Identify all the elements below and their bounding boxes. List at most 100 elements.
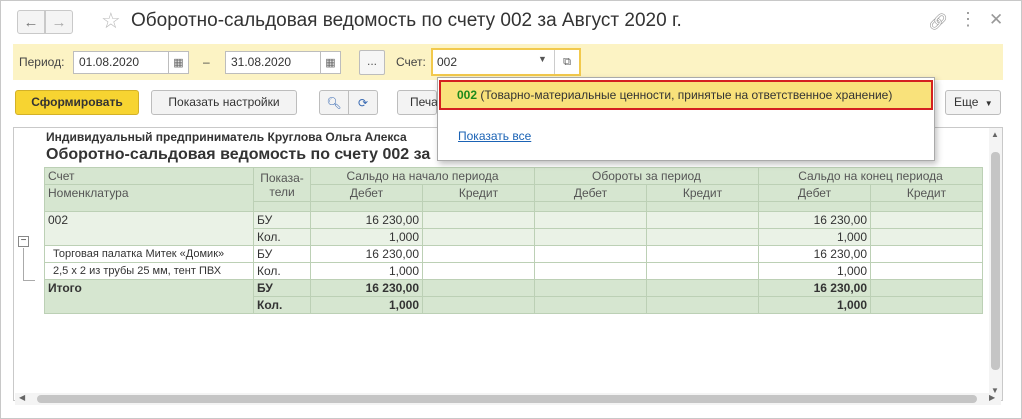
account-dropdown: 002 (Товарно-материальные ценности, прин… [437,77,935,161]
report-window: ← → ☆ Оборотно-сальдовая ведомость по сч… [0,0,1022,419]
link-icon[interactable]: 🔗︎ [928,12,948,32]
row-item-name-line1[interactable]: Торговая палатка Митек «Домик» [44,245,254,263]
scroll-up-icon[interactable]: ▲ [991,130,999,139]
open-icon[interactable]: ⧉ [554,50,579,74]
cell-close-debit[interactable]: 1,000 [758,228,871,246]
vertical-scrollbar[interactable]: ▲ ▼ [989,128,1002,400]
show-settings-button[interactable]: Показать настройки [151,90,297,115]
filter-bar: Период: 01.08.2020 ▦ – 31.08.2020 ▦ ... … [13,44,1003,80]
vertical-scroll-thumb[interactable] [991,152,1000,370]
account-input[interactable]: 002 [437,55,457,69]
more-chevron-icon: ▼ [984,99,993,108]
row-indicator: Кол. [253,296,311,314]
cell-turn-credit[interactable] [646,228,759,246]
scroll-right-icon[interactable]: ▶ [989,393,995,402]
row-indicator: БУ [253,279,311,297]
forward-arrow-icon[interactable]: → [45,10,73,34]
cell-open-debit[interactable]: 16 230,00 [310,211,423,229]
cell-close-debit[interactable]: 16 230,00 [758,245,871,263]
dropdown-item-002[interactable]: 002 (Товарно-материальные ценности, прин… [439,80,933,110]
close-icon[interactable]: ✕ [989,10,1003,30]
header-indicators: Показа- тели [253,167,311,202]
cell-turn-debit[interactable] [534,245,647,263]
search-icon[interactable]: 🔍︎ [319,90,349,115]
cell-close-credit[interactable] [870,279,983,297]
show-all-link[interactable]: Показать все [458,129,531,143]
row-account-002[interactable]: 002 [44,211,254,246]
cell-close-debit[interactable]: 16 230,00 [758,211,871,229]
header-nomenclature: Номенклатура [44,184,254,212]
row-item-name-line2[interactable]: 2,5 х 2 из трубы 25 мм, тент ПВХ [44,262,254,280]
cell-turn-credit[interactable] [646,296,759,314]
cell-open-credit[interactable] [422,228,535,246]
header-turnover: Обороты за период [534,167,759,185]
cell-turn-credit[interactable] [646,262,759,280]
header-opening-balance: Сальдо на начало периода [310,167,535,185]
header-account: Счет [44,167,254,185]
cell-turn-credit[interactable] [646,245,759,263]
more-icon[interactable]: ⋮ [959,9,977,30]
cell-close-credit[interactable] [870,228,983,246]
cell-open-debit[interactable]: 1,000 [310,228,423,246]
back-arrow-icon[interactable]: ← [17,10,45,34]
cell-turn-debit[interactable] [534,228,647,246]
cell-close-debit[interactable]: 16 230,00 [758,279,871,297]
date-to-calendar-icon[interactable]: ▦ [321,51,341,74]
cell-turn-debit[interactable] [534,296,647,314]
horizontal-scroll-thumb[interactable] [37,395,977,403]
cell-turn-debit[interactable] [534,279,647,297]
account-field[interactable]: 002 ▼ ⧉ [431,48,581,76]
cell-close-credit[interactable] [870,211,983,229]
header-credit: Кредит [870,184,983,202]
cell-close-credit[interactable] [870,245,983,263]
date-to-field[interactable]: 31.08.2020 [225,51,321,74]
window-title: Оборотно-сальдовая ведомость по счету 00… [131,10,682,31]
print-button[interactable]: Печа [397,90,438,115]
favorite-star-icon[interactable]: ☆ [101,8,121,34]
period-label: Период: [19,55,65,69]
header-debit: Дебет [310,184,423,202]
period-select-button[interactable]: ... [359,50,385,75]
cell-close-credit[interactable] [870,296,983,314]
cell-turn-credit[interactable] [646,211,759,229]
cell-open-credit[interactable] [422,262,535,280]
generate-button[interactable]: Сформировать [15,90,139,115]
header-debit: Дебет [758,184,871,202]
cell-turn-debit[interactable] [534,211,647,229]
row-total-label: Итого [44,279,254,314]
cell-open-debit[interactable]: 1,000 [310,296,423,314]
report-area: Индивидуальный предприниматель Круглова … [13,127,1003,401]
report-table: Счет Показа- тели Сальдо на начало перио… [44,167,983,314]
report-title: Оборотно-сальдовая ведомость по счету 00… [46,146,431,163]
collapse-group-icon[interactable]: − [18,236,29,247]
date-from-calendar-icon[interactable]: ▦ [169,51,189,74]
row-indicator: Кол. [253,228,311,246]
account-label: Счет: [396,55,426,69]
cell-open-debit[interactable]: 16 230,00 [310,245,423,263]
cell-open-credit[interactable] [422,211,535,229]
cell-turn-credit[interactable] [646,279,759,297]
row-indicator: БУ [253,245,311,263]
cell-turn-debit[interactable] [534,262,647,280]
dropdown-item-code: 002 [457,88,478,102]
report-organization: Индивидуальный предприниматель Круглова … [46,130,407,144]
cell-open-debit[interactable]: 16 230,00 [310,279,423,297]
cell-open-debit[interactable]: 1,000 [310,262,423,280]
cell-open-credit[interactable] [422,296,535,314]
horizontal-scrollbar[interactable]: ◀ ▶ [15,393,1001,405]
cell-close-debit[interactable]: 1,000 [758,296,871,314]
cell-close-credit[interactable] [870,262,983,280]
header-debit: Дебет [534,184,647,202]
date-from-field[interactable]: 01.08.2020 [73,51,169,74]
row-indicator: Кол. [253,262,311,280]
header-closing-balance: Сальдо на конец периода [758,167,983,185]
tree-line [23,280,35,281]
cancel-search-icon[interactable]: ⟳ [348,90,378,115]
header-credit: Кредит [422,184,535,202]
cell-close-debit[interactable]: 1,000 [758,262,871,280]
cell-open-credit[interactable] [422,279,535,297]
cell-open-credit[interactable] [422,245,535,263]
more-button[interactable]: Еще ▼ [945,90,1001,115]
scroll-left-icon[interactable]: ◀ [19,393,25,402]
chevron-down-icon[interactable]: ▼ [538,54,547,64]
